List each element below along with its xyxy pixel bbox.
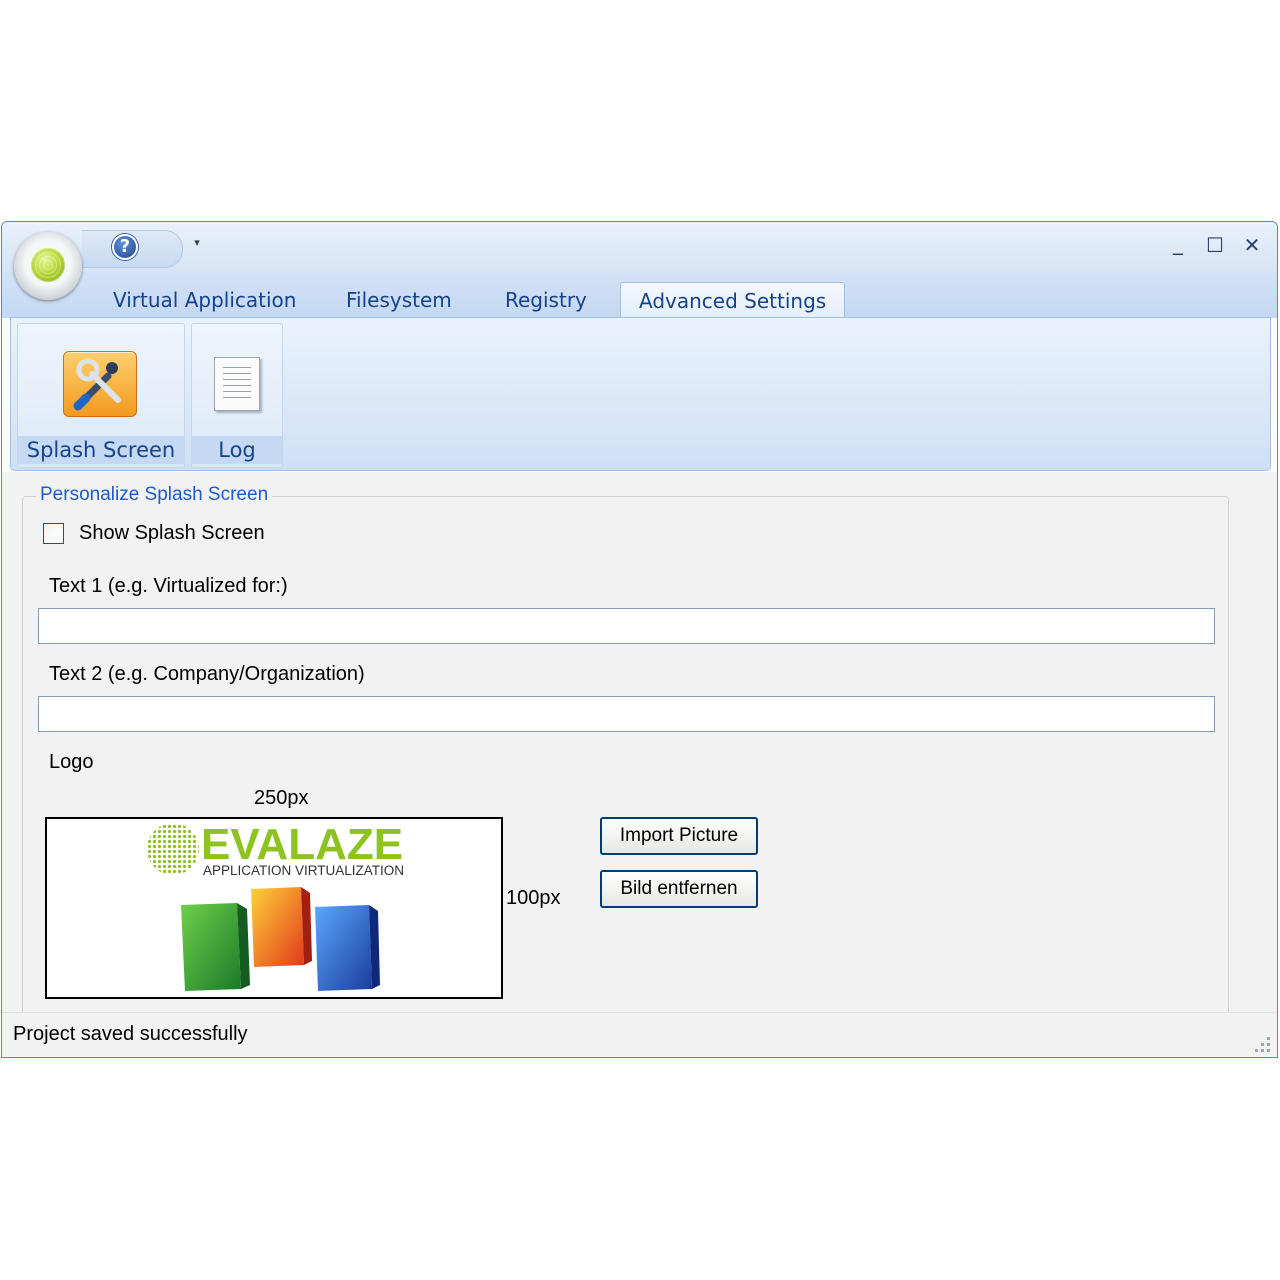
- remove-picture-button[interactable]: Bild entfernen: [600, 870, 758, 908]
- help-icon[interactable]: ?: [112, 234, 138, 260]
- logo-preview: EVALAZE APPLICATION VIRTUALIZATION: [45, 817, 503, 999]
- app-logo-icon: [31, 248, 65, 282]
- logo-height-hint: 100px: [506, 887, 561, 909]
- product-box-blue-icon: [315, 905, 380, 991]
- ribbon-panel: Splash Screen Log: [10, 317, 1271, 471]
- app-window: ? ▾ _ ☐ ✕ Virtual Application Filesystem…: [1, 221, 1278, 1058]
- text1-label: Text 1 (e.g. Virtualized for:): [49, 575, 288, 597]
- evalaze-globe-icon: [147, 823, 199, 875]
- group-title: Personalize Splash Screen: [36, 484, 273, 506]
- product-box-green-icon: [181, 903, 250, 991]
- close-button[interactable]: ✕: [1238, 232, 1266, 258]
- splash-screen-ribbon-button[interactable]: Splash Screen: [17, 323, 185, 468]
- brand-text: EVALAZE: [201, 820, 403, 869]
- tab-filesystem[interactable]: Filesystem: [328, 282, 470, 318]
- logo-width-hint: 250px: [254, 787, 309, 809]
- title-bar: ? ▾ _ ☐ ✕: [2, 222, 1277, 300]
- maximize-button[interactable]: ☐: [1201, 232, 1229, 258]
- text2-input[interactable]: [38, 696, 1215, 732]
- tab-virtual-application[interactable]: Virtual Application: [95, 282, 314, 318]
- resize-grip-icon[interactable]: [1253, 1035, 1271, 1053]
- customize-quick-access-dropdown-icon[interactable]: ▾: [190, 236, 204, 249]
- ribbon-button-label: Splash Screen: [18, 436, 184, 464]
- status-bar: Project saved successfully: [2, 1012, 1277, 1057]
- tab-advanced-settings[interactable]: Advanced Settings: [620, 282, 846, 319]
- text2-label: Text 2 (e.g. Company/Organization): [49, 663, 365, 685]
- application-menu-button[interactable]: [14, 232, 82, 300]
- brand-tagline: APPLICATION VIRTUALIZATION: [203, 863, 404, 878]
- product-box-orange-icon: [251, 887, 312, 967]
- tools-icon: [63, 351, 137, 417]
- quick-access-toolbar: ?: [82, 230, 183, 268]
- settings-panel: Personalize Splash Screen Show Splash Sc…: [2, 472, 1277, 1026]
- ribbon-tab-strip: Virtual Application Filesystem Registry …: [2, 272, 1277, 319]
- minimize-button[interactable]: _: [1164, 230, 1192, 256]
- tab-registry[interactable]: Registry: [487, 282, 605, 318]
- status-message: Project saved successfully: [13, 1023, 248, 1045]
- ribbon-button-label: Log: [192, 436, 282, 464]
- checkbox-label: Show Splash Screen: [79, 522, 265, 544]
- evalaze-logo-image: EVALAZE APPLICATION VIRTUALIZATION: [147, 820, 404, 991]
- logo-label: Logo: [49, 751, 94, 773]
- log-ribbon-button[interactable]: Log: [191, 323, 283, 468]
- import-picture-button[interactable]: Import Picture: [600, 817, 758, 855]
- show-splash-screen-checkbox[interactable]: [43, 523, 64, 544]
- text1-input[interactable]: [38, 608, 1215, 644]
- document-icon: [214, 357, 260, 411]
